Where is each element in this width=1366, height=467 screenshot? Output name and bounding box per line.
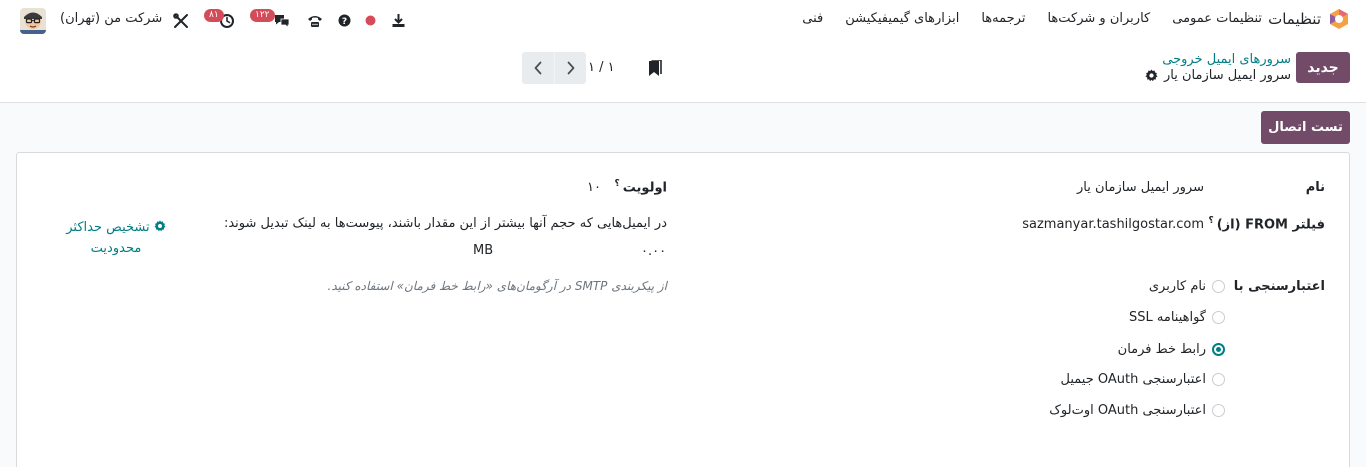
breadcrumb-current: سرور ایمیل سازمان یار [1145,68,1291,83]
app-brand[interactable]: تنظیمات [1268,8,1350,30]
menu-item-technical[interactable]: فنی [802,11,823,26]
radio-gmail-oauth[interactable] [1212,373,1225,386]
svg-text:?: ? [341,17,346,27]
breadcrumb-parent[interactable]: سرورهای ایمیل خروجی [1145,52,1291,67]
breadcrumb-current-label: سرور ایمیل سازمان یار [1164,68,1291,83]
company-switcher[interactable]: شرکت من (تهران) [60,11,162,26]
top-navbar: تنظیمات تنظیمات عمومی کاربران و شرکت‌ها … [0,0,1366,40]
from-filter-value[interactable]: sazmanyar.tashilgostar.com [1022,217,1204,232]
attachment-limit-text: در ایمیل‌هایی که حجم آنها بیشتر از این م… [223,216,667,231]
app-title[interactable]: تنظیمات [1268,10,1321,28]
phone-icon[interactable] [306,12,323,29]
control-panel: جدید سرورهای ایمیل خروجی سرور ایمیل سازم… [0,40,1366,103]
pager-counter[interactable]: ۱ / ۱ [588,60,615,75]
size-unit: MB [473,243,494,258]
auth-option-username[interactable]: نام کاربری [1149,279,1225,294]
systray: شرکت من (تهران) ۸۱ ۱۲۲ ? [0,0,420,40]
messages-badge: ۱۲۲ [250,9,275,22]
menu-item-translations[interactable]: ترجمه‌ها [981,11,1025,26]
settings-app-icon [1330,9,1348,29]
gear-icon [154,220,166,232]
radio-outlook-oauth[interactable] [1212,404,1225,417]
auth-label: اعتبارسنجی با [1233,279,1325,294]
priority-label: اولویت؟ [615,179,667,195]
detect-max-limit-label: تشخیص حداکثر محدودیت [66,220,150,256]
radio-ssl[interactable] [1212,311,1225,324]
chevron-left-icon [534,61,542,75]
pager-previous-button[interactable] [522,52,554,84]
priority-tooltip-icon[interactable]: ؟ [615,179,620,189]
activity-badge: ۸۱ [204,9,224,22]
test-connection-button[interactable]: تست اتصال [1261,111,1350,144]
pager-next-button[interactable] [554,52,586,84]
help-icon[interactable]: ? [337,13,351,27]
auth-option-outlook-oauth[interactable]: اعتبارسنجی OAuth اوت‌لوک [1049,403,1225,418]
auth-option-ssl[interactable]: گواهینامه SSL [1129,310,1225,325]
gear-icon[interactable] [1145,69,1158,82]
bookmark-icon[interactable] [648,60,662,78]
chevron-right-icon [567,61,574,75]
cli-smtp-note: از پیکربندی SMTP در آرگومان‌های «رابط خط… [327,279,668,293]
auth-option-cli[interactable]: رابط خط فرمان [1118,342,1225,357]
radio-username[interactable] [1212,280,1225,293]
from-filter-label: فیلتر FROM (از)؟ [1208,216,1325,232]
menu-item-general-settings[interactable]: تنظیمات عمومی [1172,11,1262,26]
radio-cli-selected[interactable] [1212,343,1225,356]
pager-buttons [522,52,586,84]
new-button[interactable]: جدید [1296,52,1350,83]
from-filter-tooltip-icon[interactable]: ؟ [1208,216,1213,226]
menu-item-gamification-tools[interactable]: ابزارهای گیمیفیکیشن [845,11,959,26]
tools-icon[interactable] [172,12,189,29]
auth-option-label: اعتبارسنجی OAuth اوت‌لوک [1049,403,1206,418]
auth-option-label: گواهینامه SSL [1129,310,1206,325]
main-menu: تنظیمات عمومی کاربران و شرکت‌ها ترجمه‌ها… [802,11,1262,26]
auth-option-label: رابط خط فرمان [1117,342,1206,357]
size-value[interactable]: ۰.۰۰ [641,244,666,259]
auth-option-label: نام کاربری [1148,279,1206,294]
status-dot-icon[interactable] [364,14,376,26]
priority-value[interactable]: ۱۰ [587,180,601,195]
form-sheet: نام سرور ایمیل سازمان یار فیلتر FROM (از… [16,152,1350,467]
from-filter-label-text: فیلتر FROM (از) [1216,217,1325,233]
name-value[interactable]: سرور ایمیل سازمان یار [1077,180,1204,195]
chat-icon[interactable] [272,12,291,29]
download-icon[interactable] [390,12,406,28]
user-avatar-icon [20,8,46,34]
avatar[interactable] [20,8,46,34]
priority-label-text: اولویت [622,180,667,196]
name-label: نام [1305,180,1325,195]
detect-max-limit-link[interactable]: تشخیص حداکثر محدودیت [57,217,175,259]
breadcrumb: سرورهای ایمیل خروجی سرور ایمیل سازمان یا… [1145,52,1291,83]
auth-option-label: اعتبارسنجی OAuth جیمیل [1060,372,1207,387]
menu-item-users-companies[interactable]: کاربران و شرکت‌ها [1047,11,1150,26]
auth-option-gmail-oauth[interactable]: اعتبارسنجی OAuth جیمیل [1060,372,1225,387]
